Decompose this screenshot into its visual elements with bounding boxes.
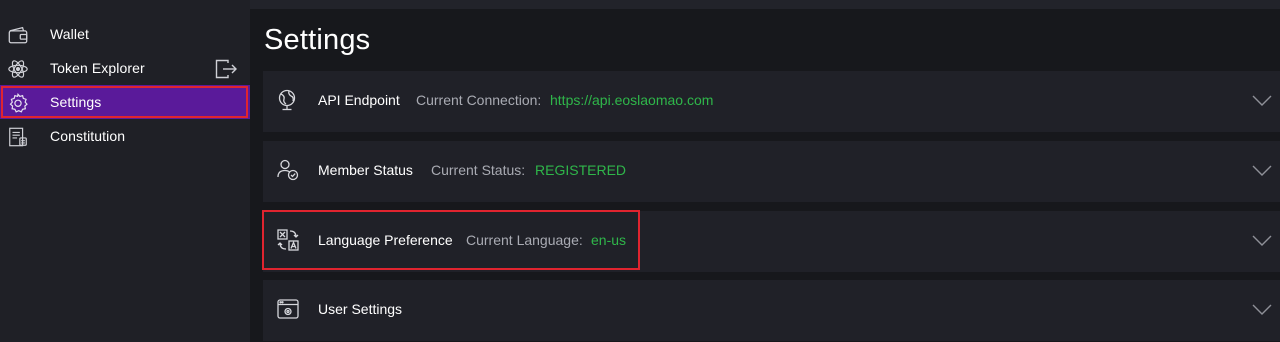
panel-key: Current Language: <box>466 232 583 248</box>
sidebar-item-wallet[interactable]: Wallet <box>0 17 250 51</box>
panel-member-status[interactable]: Member Status Current Status: REGISTERED <box>263 141 1280 202</box>
chevron-down-icon[interactable] <box>1252 164 1272 176</box>
document-icon <box>7 126 29 148</box>
panel-language-preference[interactable]: Language Preference Current Language: en… <box>263 211 1280 272</box>
sidebar-item-settings[interactable]: Settings <box>0 85 250 119</box>
user-check-icon <box>276 158 300 182</box>
sidebar-item-token-explorer[interactable]: Token Explorer <box>0 51 250 85</box>
current-language-value: en-us <box>591 232 627 248</box>
panel-key: Current Status: <box>431 162 526 178</box>
chevron-down-icon[interactable] <box>1252 94 1272 106</box>
exit-icon[interactable] <box>214 58 238 80</box>
sidebar-item-label: Token Explorer <box>50 60 145 76</box>
window-gear-icon <box>276 297 300 321</box>
panel-title: Language Preference <box>318 232 453 248</box>
sidebar: Wallet Token Explorer Settings Constitut… <box>0 0 250 342</box>
current-connection-value: https://api.eoslaomao.com <box>550 92 714 108</box>
panel-key: Current Connection: <box>416 92 542 108</box>
panel-user-settings[interactable]: User Settings <box>263 280 1280 341</box>
chevron-down-icon[interactable] <box>1252 234 1272 246</box>
app-window: Wallet Token Explorer Settings Constitut… <box>0 0 1280 342</box>
panel-api-endpoint[interactable]: API Endpoint Current Connection: https:/… <box>263 71 1280 132</box>
top-bar <box>250 0 1280 9</box>
sidebar-item-label: Wallet <box>50 26 89 42</box>
wallet-icon <box>7 24 29 46</box>
sidebar-item-label: Settings <box>50 94 102 110</box>
panel-title: API Endpoint <box>318 92 400 108</box>
globe-icon <box>276 88 300 112</box>
gear-icon <box>7 92 29 114</box>
sidebar-item-label: Constitution <box>50 128 126 144</box>
chevron-down-icon[interactable] <box>1252 303 1272 315</box>
sidebar-item-constitution[interactable]: Constitution <box>0 119 250 153</box>
translate-icon <box>276 228 300 252</box>
atom-icon <box>7 58 29 80</box>
selection-highlight <box>1 86 248 118</box>
page-title: Settings <box>264 24 371 56</box>
panel-title: User Settings <box>318 301 403 317</box>
panel-title: Member Status <box>318 162 413 178</box>
main-content: Settings API Endpoint Current Connection… <box>250 0 1280 342</box>
member-status-value: REGISTERED <box>535 162 627 178</box>
